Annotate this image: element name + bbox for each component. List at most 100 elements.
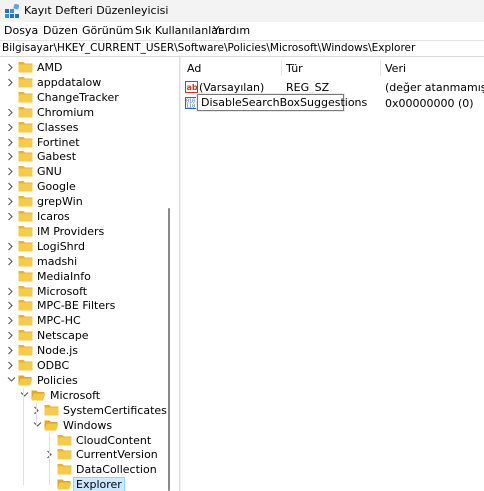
tree-node-gabest[interactable]: Gabest bbox=[0, 149, 176, 164]
menu-edit[interactable]: Düzen bbox=[43, 24, 78, 37]
column-separator[interactable] bbox=[281, 60, 282, 76]
tree-node-datacollection[interactable]: DataCollection bbox=[0, 462, 176, 477]
chevron-right-icon[interactable] bbox=[6, 179, 16, 194]
tree-node-label[interactable]: ChangeTracker bbox=[34, 90, 122, 105]
tree-node-label[interactable]: madshi bbox=[34, 254, 80, 269]
tree-node-gnu[interactable]: GNU bbox=[0, 164, 176, 179]
tree-node-amd[interactable]: AMD bbox=[0, 60, 176, 75]
tree-node-label[interactable]: Policies bbox=[34, 373, 81, 388]
menu-favorites[interactable]: Sık Kullanılanlar bbox=[135, 24, 223, 37]
tree-node-grepwin[interactable]: grepWin bbox=[0, 194, 176, 209]
value-row-default[interactable]: ab (Varsayılan) REG_SZ (değer atanmamış) bbox=[181, 80, 484, 95]
tree-node-label[interactable]: MPC-BE Filters bbox=[34, 298, 118, 313]
chevron-right-icon[interactable] bbox=[6, 239, 16, 254]
tree-node-im-providers[interactable]: IM Providers bbox=[0, 224, 176, 239]
tree-node-currentversion[interactable]: CurrentVersion bbox=[0, 447, 176, 462]
tree-node-label[interactable]: GNU bbox=[34, 164, 65, 179]
chevron-right-icon[interactable] bbox=[6, 164, 16, 179]
tree-node-netscape[interactable]: Netscape bbox=[0, 328, 176, 343]
tree-node-changetracker[interactable]: ChangeTracker bbox=[0, 90, 176, 105]
chevron-right-icon[interactable] bbox=[6, 135, 16, 150]
tree-node-systemcertificates[interactable]: SystemCertificates bbox=[0, 403, 176, 418]
column-header-name[interactable]: Ad bbox=[187, 62, 201, 75]
rename-value-text[interactable]: DisableSearchBoxSuggestions bbox=[201, 96, 367, 109]
chevron-right-icon[interactable] bbox=[6, 149, 16, 164]
tree-node-label[interactable]: grepWin bbox=[34, 194, 86, 209]
tree-node-label[interactable]: Fortinet bbox=[34, 135, 83, 150]
tree-node-mpc-be-filters[interactable]: MPC-BE Filters bbox=[0, 298, 176, 313]
tree-node-cloudcontent[interactable]: CloudContent bbox=[0, 433, 176, 448]
column-header-type[interactable]: Tür bbox=[286, 62, 303, 75]
tree-node-label[interactable]: CloudContent bbox=[73, 433, 154, 448]
tree-node-label[interactable]: Google bbox=[34, 179, 79, 194]
tree-node-label[interactable]: Microsoft bbox=[47, 388, 103, 403]
menu-file[interactable]: Dosya bbox=[4, 24, 38, 37]
chevron-right-icon[interactable] bbox=[6, 298, 16, 313]
rename-value-input[interactable]: DisableSearchBoxSuggestions bbox=[197, 94, 367, 111]
tree-node-label[interactable]: Classes bbox=[34, 120, 81, 135]
tree-node-explorer[interactable]: Explorer bbox=[0, 477, 176, 491]
tree-node-policies[interactable]: Policies bbox=[0, 373, 176, 388]
chevron-right-icon[interactable] bbox=[6, 313, 16, 328]
tree-node-odbc[interactable]: ODBC bbox=[0, 358, 176, 373]
tree-node-label[interactable]: Icaros bbox=[34, 209, 73, 224]
chevron-right-icon[interactable] bbox=[6, 120, 16, 135]
chevron-right-icon[interactable] bbox=[6, 284, 16, 299]
tree-node-label[interactable]: IM Providers bbox=[34, 224, 107, 239]
tree-node-madshi[interactable]: madshi bbox=[0, 254, 176, 269]
tree-node-logishrd[interactable]: LogiShrd bbox=[0, 239, 176, 254]
chevron-right-icon[interactable] bbox=[6, 75, 16, 90]
chevron-right-icon[interactable] bbox=[6, 194, 16, 209]
tree-node-label[interactable]: MediaInfo bbox=[34, 269, 94, 284]
chevron-right-icon[interactable] bbox=[6, 105, 16, 120]
value-list[interactable]: Ad Tür Veri ab (Varsayılan) REG_SZ (değe… bbox=[181, 57, 484, 491]
tree-node-windows[interactable]: Windows bbox=[0, 418, 176, 433]
tree-node-label[interactable]: MPC-HC bbox=[34, 313, 84, 328]
tree-node-fortinet[interactable]: Fortinet bbox=[0, 135, 176, 150]
tree-node-label[interactable]: SystemCertificates bbox=[60, 403, 170, 418]
chevron-right-icon[interactable] bbox=[6, 254, 16, 269]
tree-node-mediainfo[interactable]: MediaInfo bbox=[0, 269, 176, 284]
tree-node-label[interactable]: CurrentVersion bbox=[73, 447, 161, 462]
tree-node-label[interactable]: Netscape bbox=[34, 328, 92, 343]
tree-node-label[interactable]: Microsoft bbox=[34, 284, 90, 299]
menu-view[interactable]: Görünüm bbox=[82, 24, 133, 37]
tree-node-microsoft[interactable]: Microsoft bbox=[0, 388, 176, 403]
tree-node-classes[interactable]: Classes bbox=[0, 120, 176, 135]
tree-scrollbar-thumb[interactable] bbox=[168, 208, 170, 491]
chevron-right-icon[interactable] bbox=[32, 403, 42, 418]
chevron-down-icon[interactable] bbox=[6, 373, 16, 388]
tree-node-label[interactable]: DataCollection bbox=[73, 462, 160, 477]
tree-node-google[interactable]: Google bbox=[0, 179, 176, 194]
chevron-right-icon[interactable] bbox=[6, 60, 16, 75]
value-row-disablesearchboxsuggestions[interactable]: 010 110 DisableSearchBoxSuggestions 0x00… bbox=[181, 94, 484, 111]
address-bar[interactable]: Bilgisayar\HKEY_CURRENT_USER\Software\Po… bbox=[0, 40, 484, 57]
tree-node-label[interactable]: Chromium bbox=[34, 105, 97, 120]
chevron-right-icon[interactable] bbox=[45, 447, 55, 462]
tree-node-label[interactable]: LogiShrd bbox=[34, 239, 88, 254]
tree-node-microsoft[interactable]: Microsoft bbox=[0, 284, 176, 299]
chevron-right-icon[interactable] bbox=[6, 358, 16, 373]
tree-node-label[interactable]: ODBC bbox=[34, 358, 72, 373]
menu-help[interactable]: Yardım bbox=[213, 24, 250, 37]
column-separator[interactable] bbox=[380, 60, 381, 76]
tree-node-node-js[interactable]: Node.js bbox=[0, 343, 176, 358]
tree-node-icaros[interactable]: Icaros bbox=[0, 209, 176, 224]
tree-node-chromium[interactable]: Chromium bbox=[0, 105, 176, 120]
chevron-down-icon[interactable] bbox=[32, 418, 42, 433]
chevron-right-icon[interactable] bbox=[6, 209, 16, 224]
tree-node-label[interactable]: Node.js bbox=[34, 343, 81, 358]
column-header-data[interactable]: Veri bbox=[385, 62, 406, 75]
chevron-down-icon[interactable] bbox=[19, 388, 29, 403]
tree-node-label[interactable]: Explorer bbox=[73, 477, 125, 491]
tree-node-label[interactable]: appdatalow bbox=[34, 75, 104, 90]
tree-node-label[interactable]: Gabest bbox=[34, 149, 79, 164]
chevron-right-icon[interactable] bbox=[6, 343, 16, 358]
chevron-right-icon[interactable] bbox=[6, 328, 16, 343]
tree-node-mpc-hc[interactable]: MPC-HC bbox=[0, 313, 176, 328]
address-path[interactable]: Bilgisayar\HKEY_CURRENT_USER\Software\Po… bbox=[2, 42, 415, 54]
key-tree[interactable]: AMD appdatalow ChangeTracker Chromium Classe… bbox=[0, 57, 176, 491]
tree-node-appdatalow[interactable]: appdatalow bbox=[0, 75, 176, 90]
tree-node-label[interactable]: AMD bbox=[34, 60, 66, 75]
tree-node-label[interactable]: Windows bbox=[60, 418, 115, 433]
